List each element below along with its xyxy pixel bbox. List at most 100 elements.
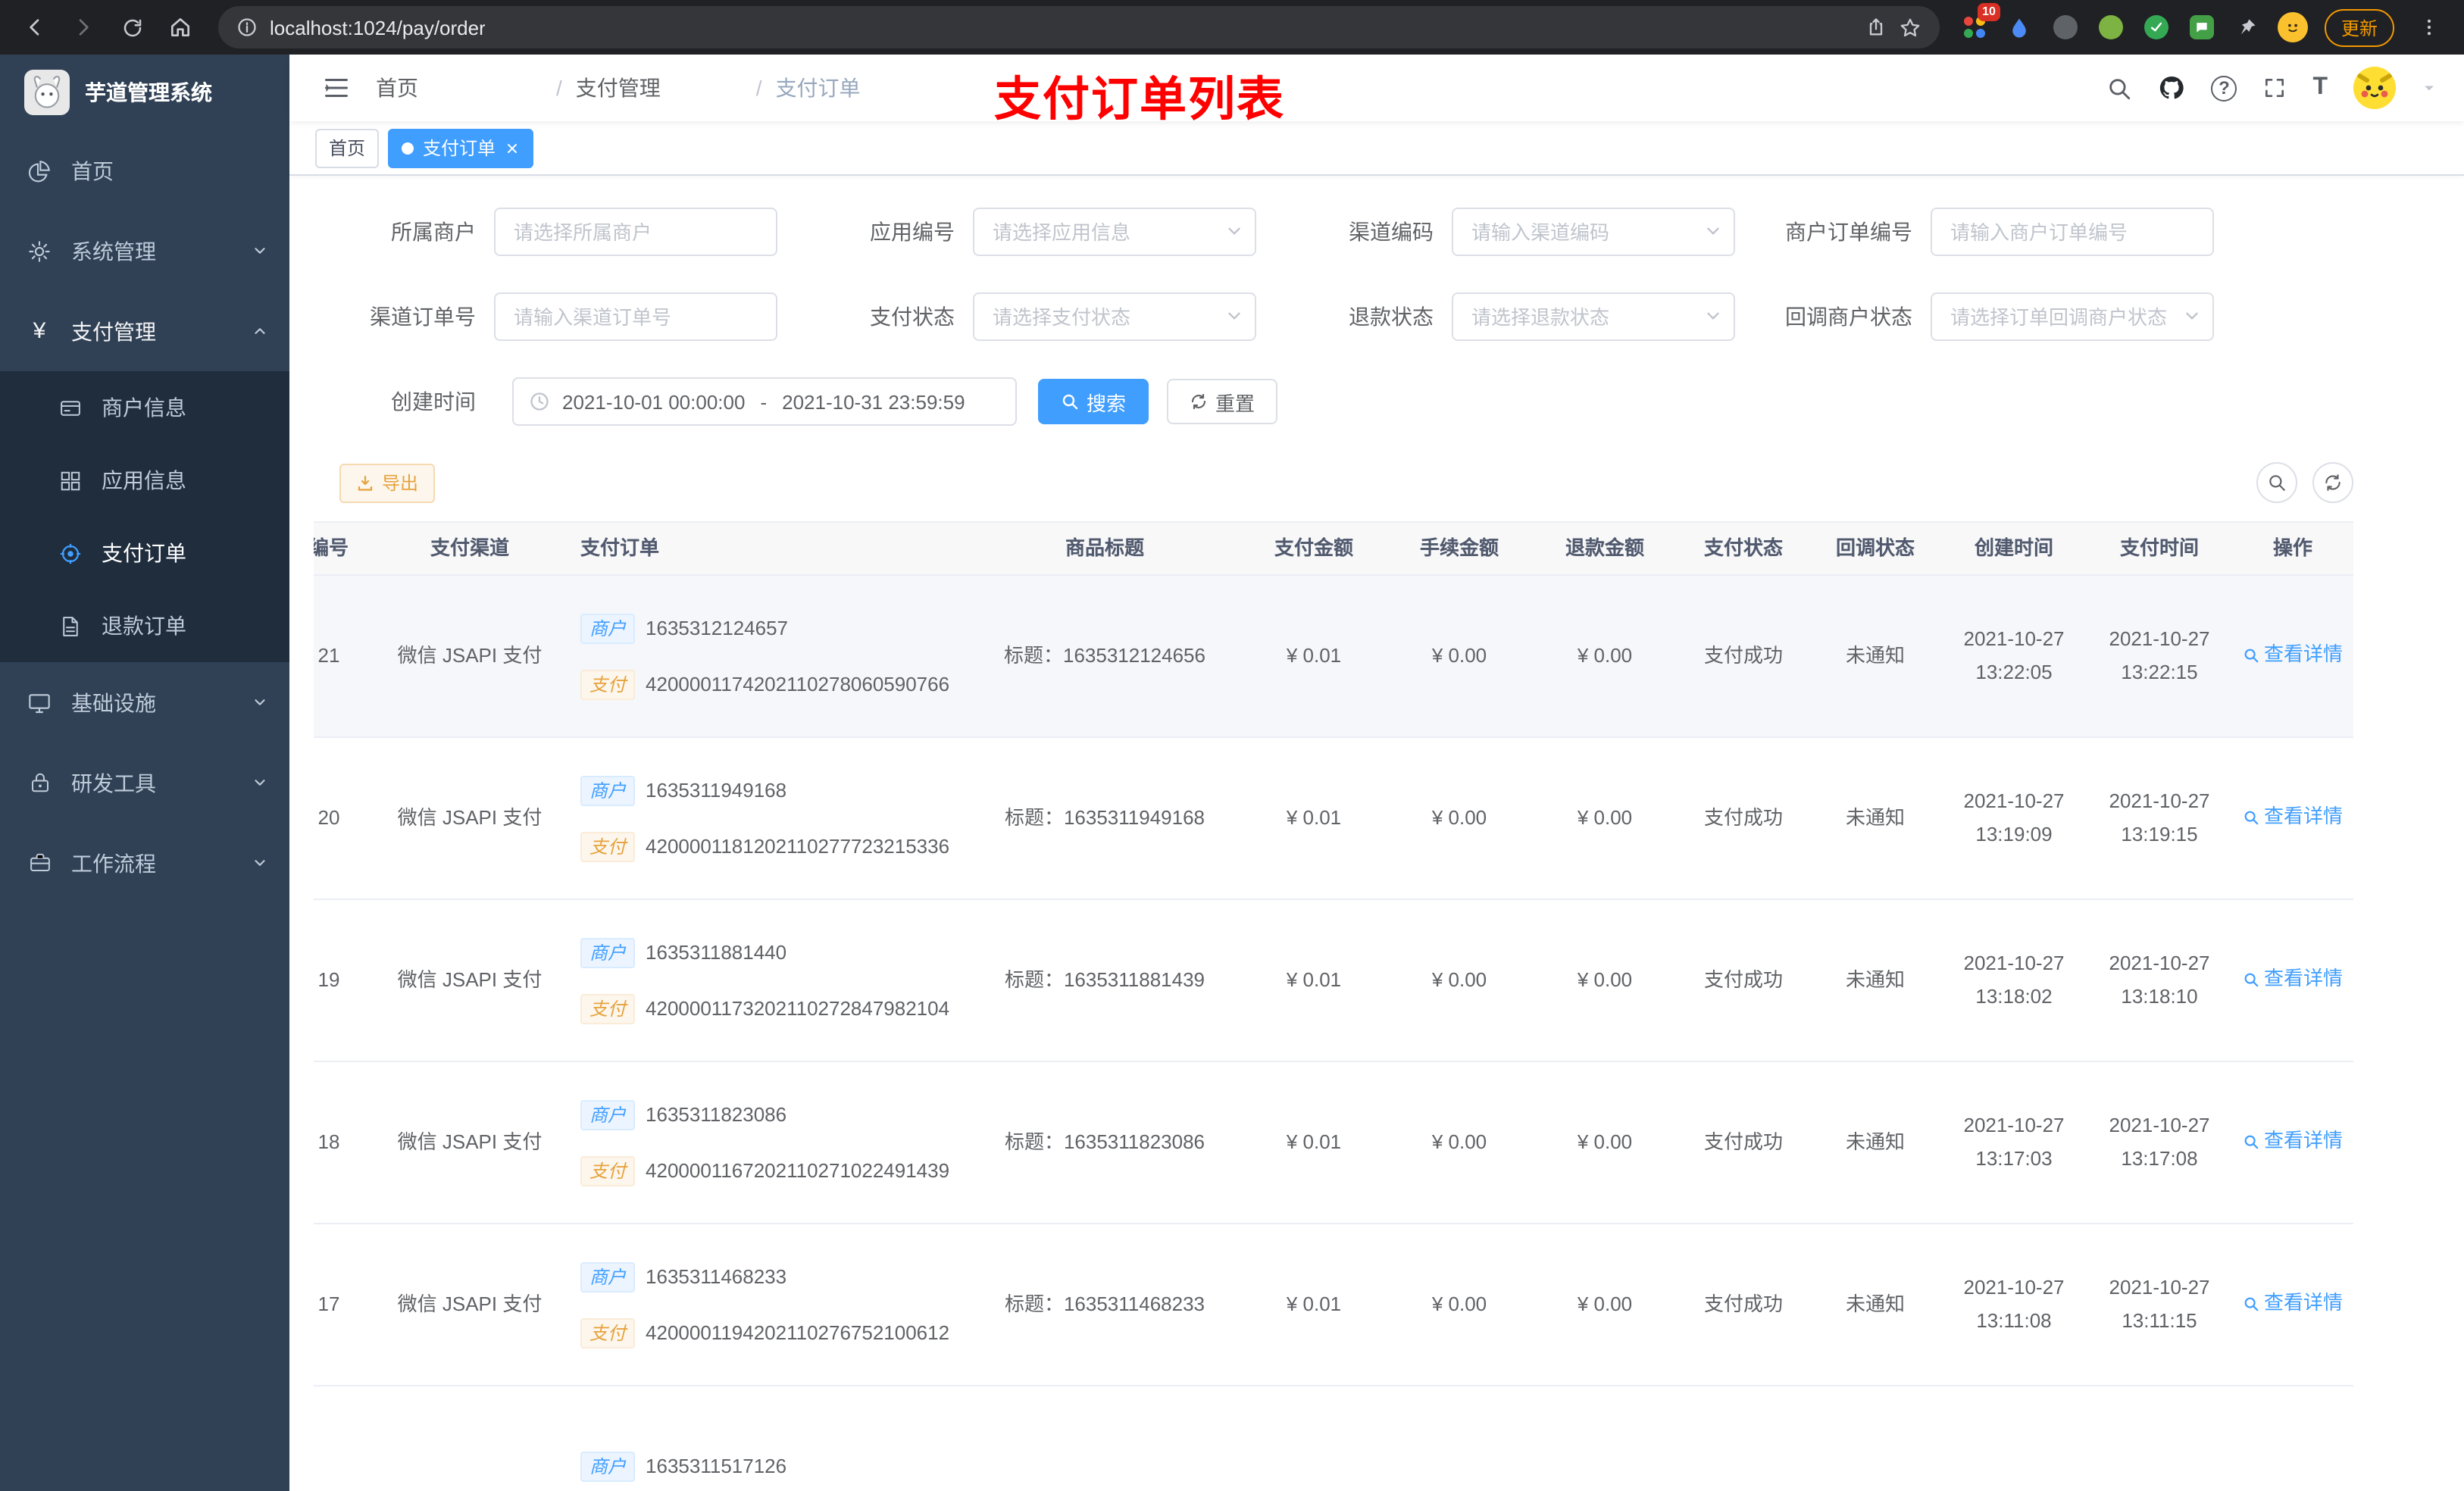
search-button[interactable]: 搜索 — [1038, 379, 1149, 424]
channel-code-select[interactable] — [1452, 208, 1735, 256]
sidebar-item-home[interactable]: 首页 — [0, 130, 289, 211]
update-button[interactable]: 更新 — [2324, 8, 2394, 46]
pay-status-select[interactable] — [973, 292, 1256, 341]
sidebar-item-system[interactable]: 系统管理 — [0, 211, 289, 291]
font-size-icon[interactable]: T — [2312, 74, 2328, 102]
merchant-order-no-input[interactable] — [1931, 208, 2214, 256]
dashboard-icon — [27, 158, 52, 183]
extension-icon-6[interactable] — [2185, 11, 2219, 44]
table-row: 商户 1635311517126 — [314, 1386, 2353, 1491]
filter-label: 商户订单编号 — [1785, 220, 1912, 244]
site-info-icon[interactable] — [236, 17, 258, 38]
close-tab-icon[interactable] — [505, 140, 520, 155]
notify-status-select[interactable] — [1931, 292, 2214, 341]
view-detail-link[interactable]: 查看详情 — [2243, 1289, 2343, 1319]
url-text[interactable]: localhost:1024/pay/order — [270, 16, 486, 39]
github-icon[interactable] — [2158, 74, 2185, 102]
extension-icon-1[interactable]: 10 — [1958, 3, 2000, 44]
filter-field-channel-code: 渠道编码 — [1267, 208, 1746, 256]
refund-status-select[interactable] — [1452, 292, 1735, 341]
share-icon[interactable] — [1865, 17, 1887, 38]
browser-toolbar: localhost:1024/pay/order 10 更新 — [0, 0, 2464, 55]
refresh-table-button[interactable] — [2312, 462, 2353, 503]
search-icon — [2244, 649, 2259, 662]
reload-button[interactable] — [112, 8, 152, 47]
sidebar-item-app-info[interactable]: 应用信息 — [0, 444, 289, 517]
sidebar-item-merchant-info[interactable]: 商户信息 — [0, 371, 289, 444]
view-detail-link[interactable]: 查看详情 — [2243, 1127, 2343, 1157]
pay-tag: 支付 — [580, 1155, 636, 1186]
main-content: 所属商户 应用编号 渠道编码 商户订单编号 渠道订单号 — [289, 176, 2464, 1491]
filter-label: 回调商户状态 — [1785, 305, 1912, 329]
breadcrumb-home[interactable]: 首页 — [376, 73, 543, 103]
reload-icon — [123, 18, 141, 36]
filter-field-pay-status: 支付状态 — [788, 292, 1267, 341]
chevron-down-icon — [252, 774, 268, 791]
fullscreen-icon[interactable] — [2262, 76, 2287, 100]
browser-window: localhost:1024/pay/order 10 更新 芋道管理系统 首页… — [0, 0, 2464, 1491]
sidebar-item-refund-order[interactable]: 退款订单 — [0, 589, 289, 662]
date-range-picker[interactable]: 2021-10-01 00:00:00 - 2021-10-31 23:59:5… — [512, 377, 1017, 426]
filter-label: 退款状态 — [1349, 305, 1434, 329]
yen-icon: ¥ — [33, 318, 46, 344]
back-button[interactable] — [15, 8, 55, 47]
export-button[interactable]: 导出 — [339, 463, 436, 502]
bookmark-star-icon[interactable] — [1899, 16, 1921, 39]
app-title: 芋道管理系统 — [85, 80, 212, 105]
extensions-area: 10 — [1958, 3, 2309, 44]
search-icon[interactable] — [2106, 75, 2132, 101]
table-row: 17 微信 JSAPI 支付 商户 1635311468233 支付 4200001… — [314, 1224, 2353, 1386]
toggle-search-button[interactable] — [2256, 462, 2297, 503]
sidebar-item-dev-tools[interactable]: 研发工具 — [0, 742, 289, 823]
help-icon[interactable]: ? — [2211, 75, 2237, 101]
filter-form: 所属商户 应用编号 渠道编码 商户订单编号 渠道订单号 — [289, 208, 2464, 341]
breadcrumb-payment[interactable]: 支付管理 — [576, 73, 743, 103]
extension-icon-2[interactable] — [2003, 11, 2037, 44]
filter-label: 所属商户 — [391, 220, 476, 244]
filter-label: 支付状态 — [870, 305, 955, 329]
merchant-tag: 商户 — [580, 1452, 636, 1482]
filter-field-app: 应用编号 — [788, 208, 1267, 256]
app-select[interactable] — [973, 208, 1256, 256]
date-end-value[interactable]: 2021-10-31 23:59:59 — [782, 390, 965, 413]
browser-menu-icon[interactable] — [2409, 8, 2449, 47]
sidebar-item-pay-order[interactable]: 支付订单 — [0, 517, 289, 589]
date-start-value[interactable]: 2021-10-01 00:00:00 — [562, 390, 745, 413]
home-button[interactable] — [161, 8, 200, 47]
table-toolbar: 导出 — [314, 462, 2353, 503]
collapse-sidebar-icon[interactable] — [323, 74, 350, 102]
forward-button[interactable] — [64, 8, 103, 47]
merchant-tag: 商户 — [580, 937, 636, 967]
extension-icon-4[interactable] — [2094, 11, 2128, 44]
table-row: 19 微信 JSAPI 支付 商户 1635311881440 支付 4200001… — [314, 900, 2353, 1062]
monitor-icon — [27, 690, 52, 714]
sidebar-item-payment[interactable]: ¥ 支付管理 — [0, 291, 289, 371]
merchant-tag: 商户 — [580, 613, 636, 643]
download-icon — [358, 474, 373, 490]
view-detail-link[interactable]: 查看详情 — [2243, 640, 2343, 670]
pin-extension-icon[interactable] — [2231, 11, 2264, 44]
tab-home[interactable]: 首页 — [315, 128, 380, 167]
table-row: 18 微信 JSAPI 支付 商户 1635311823086 支付 4200001… — [314, 1062, 2353, 1224]
sidebar-item-infrastructure[interactable]: 基础设施 — [0, 662, 289, 742]
active-tab-dot — [402, 142, 414, 154]
avatar-caret-icon[interactable] — [2422, 80, 2437, 95]
channel-order-no-input[interactable] — [494, 292, 777, 341]
aim-icon — [58, 542, 82, 564]
home-icon — [171, 18, 189, 36]
extension-icon-5[interactable] — [2140, 11, 2173, 44]
app-logo: 芋道管理系统 — [0, 55, 289, 130]
tab-pay-order[interactable]: 支付订单 — [388, 128, 534, 167]
extension-icon-3[interactable] — [2049, 11, 2082, 44]
view-detail-link[interactable]: 查看详情 — [2243, 802, 2343, 833]
sidebar-item-workflow[interactable]: 工作流程 — [0, 823, 289, 903]
filter-field-merchant: 所属商户 — [309, 208, 788, 256]
user-avatar[interactable] — [2353, 67, 2396, 109]
merchant-input[interactable] — [494, 208, 777, 256]
reset-button[interactable]: 重置 — [1167, 379, 1278, 424]
view-detail-link[interactable]: 查看详情 — [2243, 964, 2343, 995]
profile-avatar[interactable] — [2276, 11, 2309, 44]
address-bar[interactable]: localhost:1024/pay/order — [218, 6, 1940, 48]
page-header: 首页 / 支付管理 / 支付订单 ? T — [289, 55, 2464, 121]
filter-field-channel-order-no: 渠道订单号 — [309, 292, 788, 341]
